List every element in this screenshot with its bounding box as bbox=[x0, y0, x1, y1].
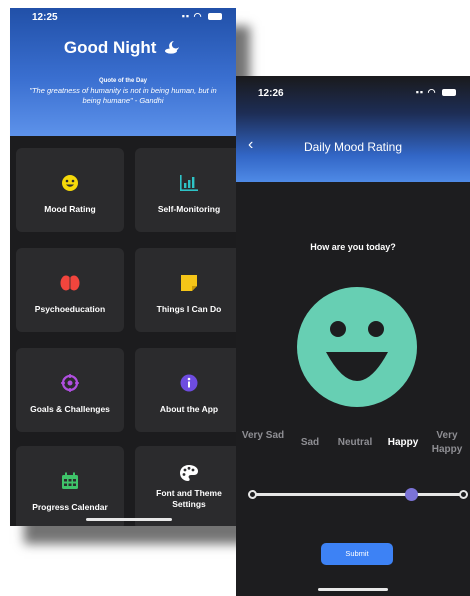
slider-end-marker bbox=[459, 490, 468, 499]
tile-self-monitoring[interactable]: Self-Monitoring bbox=[135, 148, 236, 232]
mood-label-sad[interactable]: Sad bbox=[291, 436, 329, 450]
tile-label: Things I Can Do bbox=[156, 304, 222, 314]
tile-label: About the App bbox=[159, 404, 219, 414]
mood-question: How are you today? bbox=[310, 242, 396, 252]
battery-icon bbox=[208, 13, 222, 21]
tile-psychoeducation[interactable]: Psychoeducation bbox=[16, 248, 124, 332]
mood-rating-screen: 12:26 ▪▪ ◠ ‹ Daily Mood Rating How are y… bbox=[236, 76, 470, 596]
tile-label: Mood Rating bbox=[44, 204, 96, 214]
slider-start-marker bbox=[248, 490, 257, 499]
happy-face-icon bbox=[297, 287, 417, 407]
tile-label: Goals & Challenges bbox=[30, 404, 110, 414]
smiley-face-icon bbox=[62, 175, 78, 191]
moon-cloud-icon bbox=[165, 41, 180, 54]
home-header: 12:25 ▪▪ ◠ Good Night Quote of the Day "… bbox=[10, 8, 236, 136]
mood-slider-thumb[interactable] bbox=[404, 488, 418, 501]
info-icon bbox=[180, 374, 198, 392]
greeting-title: Good Night bbox=[10, 38, 236, 58]
signal-icon: ▪▪ bbox=[415, 87, 425, 97]
palette-icon bbox=[180, 465, 198, 481]
status-time: 12:25 bbox=[32, 12, 58, 23]
tile-progress-calendar[interactable]: Progress Calendar bbox=[16, 446, 124, 526]
tile-things-i-can-do[interactable]: Things I Can Do bbox=[135, 248, 236, 332]
mood-slider-track[interactable] bbox=[252, 493, 464, 496]
tile-label: Self-Monitoring bbox=[157, 204, 221, 214]
home-screen: 12:25 ▪▪ ◠ Good Night Quote of the Day "… bbox=[10, 8, 236, 526]
status-icons: ▪▪ ◠ bbox=[182, 11, 222, 22]
quote-text: "The greatness of humanity is not in bei… bbox=[29, 86, 217, 105]
mood-label-very-sad[interactable]: Very Sad bbox=[240, 429, 286, 443]
home-indicator bbox=[86, 518, 172, 521]
tile-goals-challenges[interactable]: Goals & Challenges bbox=[16, 348, 124, 432]
mood-label-happy[interactable]: Happy bbox=[380, 436, 426, 450]
tile-label: Progress Calendar bbox=[32, 502, 108, 512]
greeting-text: Good Night bbox=[63, 38, 157, 57]
tile-label: Psychoeducation bbox=[34, 304, 106, 314]
mood-label-very-happy[interactable]: Very Happy bbox=[424, 429, 470, 457]
wifi-icon: ◠ bbox=[427, 87, 437, 97]
mood-label-neutral[interactable]: Neutral bbox=[330, 436, 380, 450]
bar-chart-icon bbox=[180, 175, 198, 191]
brain-icon bbox=[60, 275, 80, 291]
mood-header: 12:26 ▪▪ ◠ ‹ Daily Mood Rating bbox=[236, 76, 470, 182]
page-title: Daily Mood Rating bbox=[303, 140, 403, 154]
submit-button[interactable]: Submit bbox=[321, 543, 393, 565]
tile-about-the-app[interactable]: About the App bbox=[135, 348, 236, 432]
tile-mood-rating[interactable]: Mood Rating bbox=[16, 148, 124, 232]
wifi-icon: ◠ bbox=[193, 11, 203, 21]
status-icons: ▪▪ ◠ bbox=[416, 87, 456, 98]
quote-title: Quote of the Day bbox=[98, 78, 147, 84]
status-time: 12:26 bbox=[258, 88, 284, 99]
calendar-icon bbox=[62, 472, 78, 489]
status-bar: 12:25 ▪▪ ◠ bbox=[10, 8, 236, 26]
tile-label: Font and Theme Settings bbox=[156, 488, 222, 509]
status-bar: 12:26 ▪▪ ◠ bbox=[236, 76, 470, 99]
sticky-note-icon bbox=[181, 275, 197, 291]
battery-icon bbox=[442, 89, 456, 97]
tile-font-theme-settings[interactable]: Font and Theme Settings bbox=[135, 446, 236, 526]
target-icon bbox=[61, 374, 79, 392]
signal-icon: ▪▪ bbox=[181, 11, 191, 21]
home-indicator bbox=[318, 588, 388, 591]
